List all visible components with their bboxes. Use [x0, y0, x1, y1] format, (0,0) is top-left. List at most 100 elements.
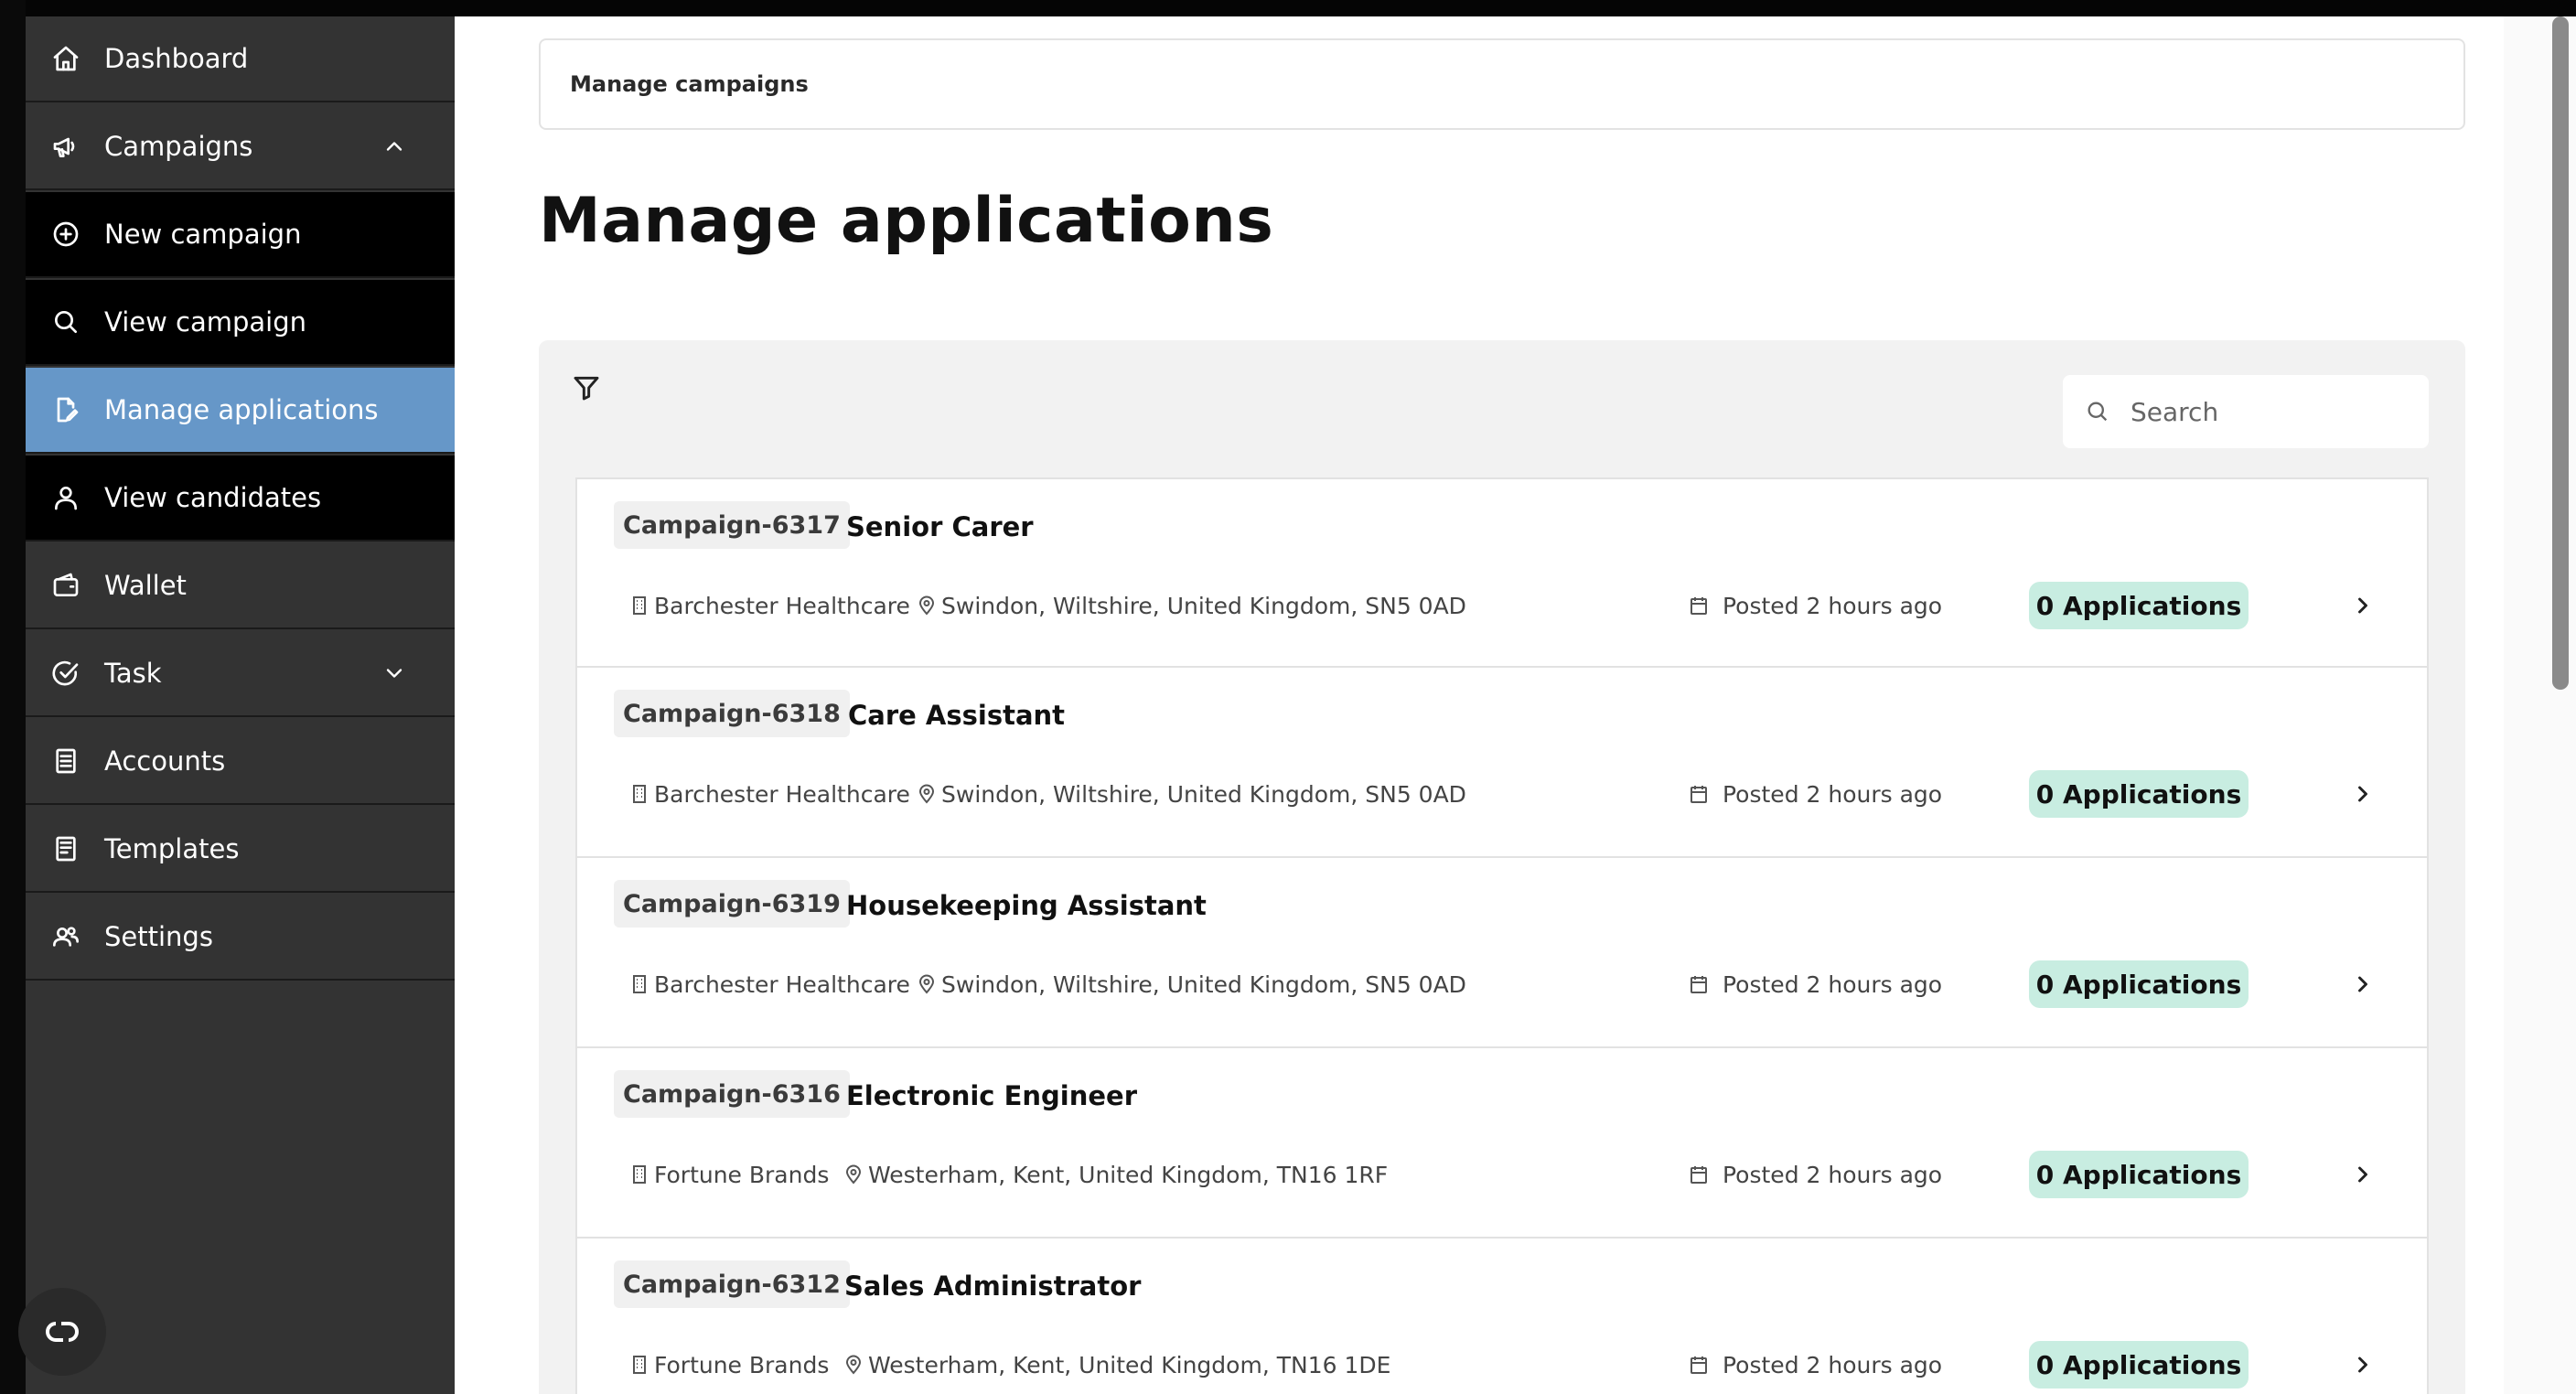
company-name: Barchester Healthcare [654, 592, 910, 619]
location-text: Westerham, Kent, United Kingdom, TN16 1D… [868, 1351, 1391, 1378]
sidebar-item-templates[interactable]: Templates [26, 807, 455, 893]
chat-launcher-button[interactable] [18, 1288, 106, 1376]
filter-icon [574, 376, 599, 401]
breadcrumb: Manage campaigns [539, 38, 2465, 130]
location: Westerham, Kent, United Kingdom, TN16 1R… [843, 1156, 1388, 1193]
building-icon [633, 596, 646, 615]
sidebar-item-label: New campaign [104, 219, 302, 250]
location: Swindon, Wiltshire, United Kingdom, SN5 … [916, 966, 1466, 1003]
user-icon [49, 481, 82, 514]
posted-time: Posted 2 hours ago [1688, 587, 1942, 624]
company-name: Barchester Healthcare [654, 780, 910, 808]
wallet-icon [49, 569, 82, 602]
calendar-icon [1690, 1166, 1707, 1184]
company: Barchester Healthcare [628, 776, 910, 812]
sidebar-item-settings[interactable]: Settings [26, 895, 455, 981]
location-text: Swindon, Wiltshire, United Kingdom, SN5 … [941, 970, 1466, 998]
posted-text: Posted 2 hours ago [1723, 780, 1943, 808]
plus-circle-icon [49, 218, 82, 251]
sidebar-item-view-candidates[interactable]: View candidates [26, 456, 455, 542]
location-text: Westerham, Kent, United Kingdom, TN16 1R… [868, 1161, 1389, 1188]
table-row[interactable]: Campaign-6312 Sales Administrator Fortun… [575, 1239, 2429, 1394]
main-content: Manage campaigns Manage applications Cam… [455, 16, 2504, 1394]
posted-time: Posted 2 hours ago [1688, 1156, 1942, 1193]
edit-document-icon [49, 393, 82, 426]
chevron-right-icon[interactable] [2350, 593, 2376, 618]
campaign-list: Campaign-6317 Senior Carer Barchester He… [575, 477, 2429, 1394]
applications-badge[interactable]: 0 Applications [2029, 1341, 2249, 1389]
calendar-icon [1690, 976, 1707, 993]
company: Fortune Brands [628, 1346, 829, 1383]
building-icon [633, 975, 646, 993]
sidebar-item-label: Templates [104, 833, 240, 864]
document-list-icon [49, 745, 82, 777]
table-row[interactable]: Campaign-6317 Senior Carer Barchester He… [575, 477, 2429, 668]
applications-badge[interactable]: 0 Applications [2029, 582, 2249, 629]
window-edge [0, 0, 26, 1394]
map-pin-icon [845, 1355, 862, 1375]
chevron-right-icon[interactable] [2350, 781, 2376, 807]
posted-text: Posted 2 hours ago [1723, 1161, 1943, 1188]
chevron-up-icon[interactable] [381, 134, 407, 159]
sidebar-item-label: Wallet [104, 570, 187, 601]
users-settings-icon [49, 920, 82, 953]
sidebar-item-view-campaign[interactable]: View campaign [26, 280, 455, 366]
posted-time: Posted 2 hours ago [1688, 776, 1942, 812]
sidebar-item-task[interactable]: Task [26, 631, 455, 717]
chevron-right-icon[interactable] [2350, 1352, 2376, 1378]
sidebar-item-label: View candidates [104, 482, 322, 513]
company-name: Barchester Healthcare [654, 970, 910, 998]
building-icon [633, 1165, 646, 1184]
applications-badge[interactable]: 0 Applications [2029, 770, 2249, 818]
calendar-icon [1690, 597, 1707, 615]
sidebar-item-label: Accounts [104, 745, 226, 777]
campaign-id-badge: Campaign-6312 [614, 1260, 850, 1308]
table-row[interactable]: Campaign-6319 Housekeeping Assistant Bar… [575, 858, 2429, 1048]
company: Barchester Healthcare [628, 587, 910, 624]
applications-badge[interactable]: 0 Applications [2029, 1151, 2249, 1198]
posted-text: Posted 2 hours ago [1723, 970, 1943, 998]
sidebar-item-label: Dashboard [104, 43, 249, 74]
campaign-id-badge: Campaign-6318 [614, 690, 850, 737]
map-pin-icon [918, 595, 935, 616]
template-icon [49, 832, 82, 865]
top-bar [0, 0, 2576, 16]
scrollbar-thumb[interactable] [2552, 16, 2569, 690]
table-row[interactable]: Campaign-6318 Care Assistant Barchester … [575, 668, 2429, 858]
breadcrumb-link-manage-campaigns[interactable]: Manage campaigns [570, 71, 809, 97]
posted-text: Posted 2 hours ago [1723, 592, 1943, 619]
location: Westerham, Kent, United Kingdom, TN16 1D… [843, 1346, 1390, 1383]
sidebar-item-dashboard[interactable]: Dashboard [26, 16, 455, 102]
posted-time: Posted 2 hours ago [1688, 966, 1942, 1003]
sidebar-item-new-campaign[interactable]: New campaign [26, 192, 455, 278]
role-title: Sales Administrator [844, 1271, 1142, 1302]
applications-badge[interactable]: 0 Applications [2029, 960, 2249, 1008]
company-name: Fortune Brands [654, 1161, 830, 1188]
sidebar-item-manage-applications[interactable]: Manage applications [26, 368, 455, 454]
map-pin-icon [918, 784, 935, 804]
location: Swindon, Wiltshire, United Kingdom, SN5 … [916, 587, 1466, 624]
sidebar-item-label: View campaign [104, 306, 307, 338]
chevron-down-icon[interactable] [381, 660, 407, 686]
search-box [2063, 375, 2429, 448]
sidebar-item-label: Campaigns [104, 131, 253, 162]
company: Barchester Healthcare [628, 966, 910, 1003]
role-title: Housekeeping Assistant [846, 890, 1207, 921]
map-pin-icon [918, 974, 935, 994]
table-row[interactable]: Campaign-6316 Electronic Engineer Fortun… [575, 1048, 2429, 1239]
sidebar-item-campaigns[interactable]: Campaigns [26, 104, 455, 190]
chevron-right-icon[interactable] [2350, 1162, 2376, 1187]
search-input[interactable] [2129, 395, 2425, 428]
home-icon [49, 42, 82, 75]
location-text: Swindon, Wiltshire, United Kingdom, SN5 … [941, 592, 1466, 619]
check-circle-icon [49, 657, 82, 690]
sidebar-item-accounts[interactable]: Accounts [26, 719, 455, 805]
sidebar-item-wallet[interactable]: Wallet [26, 543, 455, 629]
chevron-right-icon[interactable] [2350, 971, 2376, 997]
sidebar-item-label: Settings [104, 921, 213, 952]
filter-button[interactable] [570, 371, 603, 404]
megaphone-icon [49, 130, 82, 163]
company-name: Fortune Brands [654, 1351, 830, 1378]
calendar-icon [1690, 1356, 1707, 1374]
campaign-id-badge: Campaign-6319 [614, 880, 850, 928]
